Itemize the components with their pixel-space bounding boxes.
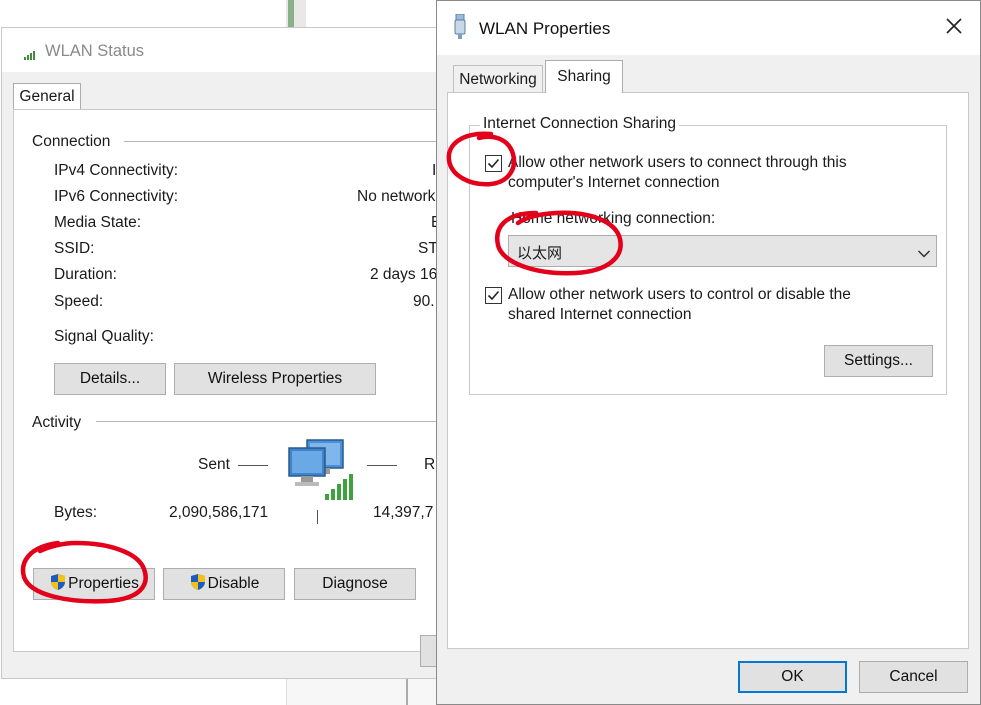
allow-connect-checkbox[interactable]	[485, 155, 502, 172]
disable-button[interactable]: Disable	[163, 568, 285, 600]
ipv6-value: No network	[357, 188, 436, 205]
close-icon[interactable]	[945, 17, 963, 40]
tab-networking[interactable]: Networking	[453, 65, 543, 92]
wlan-status-window: WLAN Status General Connection IPv4 Conn…	[1, 27, 473, 679]
activity-heading: Activity	[32, 414, 82, 431]
background-window-lower	[286, 679, 437, 705]
wireless-properties-label: Wireless Properties	[207, 370, 343, 387]
properties-button-label: Properties	[68, 575, 139, 592]
ssid-label: SSID:	[54, 240, 95, 257]
activity-divider	[96, 421, 444, 422]
details-button-label: Details...	[79, 370, 141, 387]
wlan-properties-window: WLAN Properties Networking Sharing Inter…	[436, 0, 981, 705]
speed-label: Speed:	[54, 293, 104, 310]
background-window-edge	[406, 679, 408, 705]
tab-sharing[interactable]: Sharing	[545, 60, 623, 93]
ipv6-label: IPv6 Connectivity:	[54, 188, 179, 205]
speed-value: 90.	[413, 293, 435, 310]
bytes-label: Bytes:	[54, 504, 98, 521]
wireless-properties-button[interactable]: Wireless Properties	[174, 363, 376, 395]
allow-control-checkbox[interactable]	[485, 287, 502, 304]
allow-control-label-line1: Allow other network users to control or …	[508, 286, 851, 303]
tab-general-label: General	[19, 88, 75, 105]
bytes-sent-value: 2,090,586,171	[169, 504, 269, 521]
duration-value: 2 days 16	[370, 266, 438, 283]
home-networking-value: 以太网	[517, 244, 563, 262]
duration-label: Duration:	[54, 266, 117, 283]
disable-button-label: Disable	[207, 575, 260, 592]
diagnose-button-label: Diagnose	[322, 575, 388, 592]
props-window-title: WLAN Properties	[479, 19, 611, 38]
allow-connect-label-line2: computer's Internet connection	[508, 174, 720, 191]
tab-general[interactable]: General	[13, 83, 81, 110]
settings-button-label: Settings...	[844, 352, 913, 369]
ok-button-label: OK	[781, 668, 804, 685]
home-networking-select[interactable]: 以太网	[508, 235, 937, 267]
connection-heading: Connection	[32, 133, 111, 150]
media-state-label: Media State:	[54, 214, 142, 231]
allow-connect-label-line1: Allow other network users to connect thr…	[508, 154, 847, 171]
settings-button[interactable]: Settings...	[824, 345, 933, 377]
ipv4-label: IPv4 Connectivity:	[54, 162, 179, 179]
ssid-value: ST	[418, 240, 438, 257]
status-window-title: WLAN Status	[45, 42, 145, 60]
cancel-button[interactable]: Cancel	[859, 661, 968, 693]
background-window-accent	[288, 0, 294, 28]
diagnose-button[interactable]: Diagnose	[294, 568, 416, 600]
tab-sharing-label: Sharing	[557, 68, 611, 85]
wifi-signal-icon	[24, 47, 38, 65]
disable-shield-icon	[189, 572, 207, 602]
signal-quality-label: Signal Quality:	[54, 328, 154, 345]
properties-button[interactable]: Properties	[33, 568, 155, 600]
properties-shield-icon	[49, 572, 67, 602]
home-networking-label: Home networking connection:	[511, 210, 716, 227]
allow-control-label-line2: shared Internet connection	[508, 306, 692, 323]
connection-divider	[124, 141, 444, 142]
sent-line	[238, 465, 268, 466]
chevron-down-icon	[917, 246, 931, 264]
ics-group-title: Internet Connection Sharing	[480, 115, 680, 133]
tab-networking-label: Networking	[459, 71, 537, 88]
received-line	[367, 465, 397, 466]
details-button[interactable]: Details...	[54, 363, 166, 395]
network-adapter-icon	[453, 13, 467, 45]
cancel-button-label: Cancel	[889, 668, 938, 685]
bytes-received-value: 14,397,7	[373, 504, 434, 521]
bytes-divider	[317, 510, 318, 524]
ok-button[interactable]: OK	[738, 661, 847, 693]
sent-label: Sent	[198, 456, 230, 473]
status-titlebar: WLAN Status	[2, 28, 470, 72]
network-computers-icon	[287, 436, 359, 507]
